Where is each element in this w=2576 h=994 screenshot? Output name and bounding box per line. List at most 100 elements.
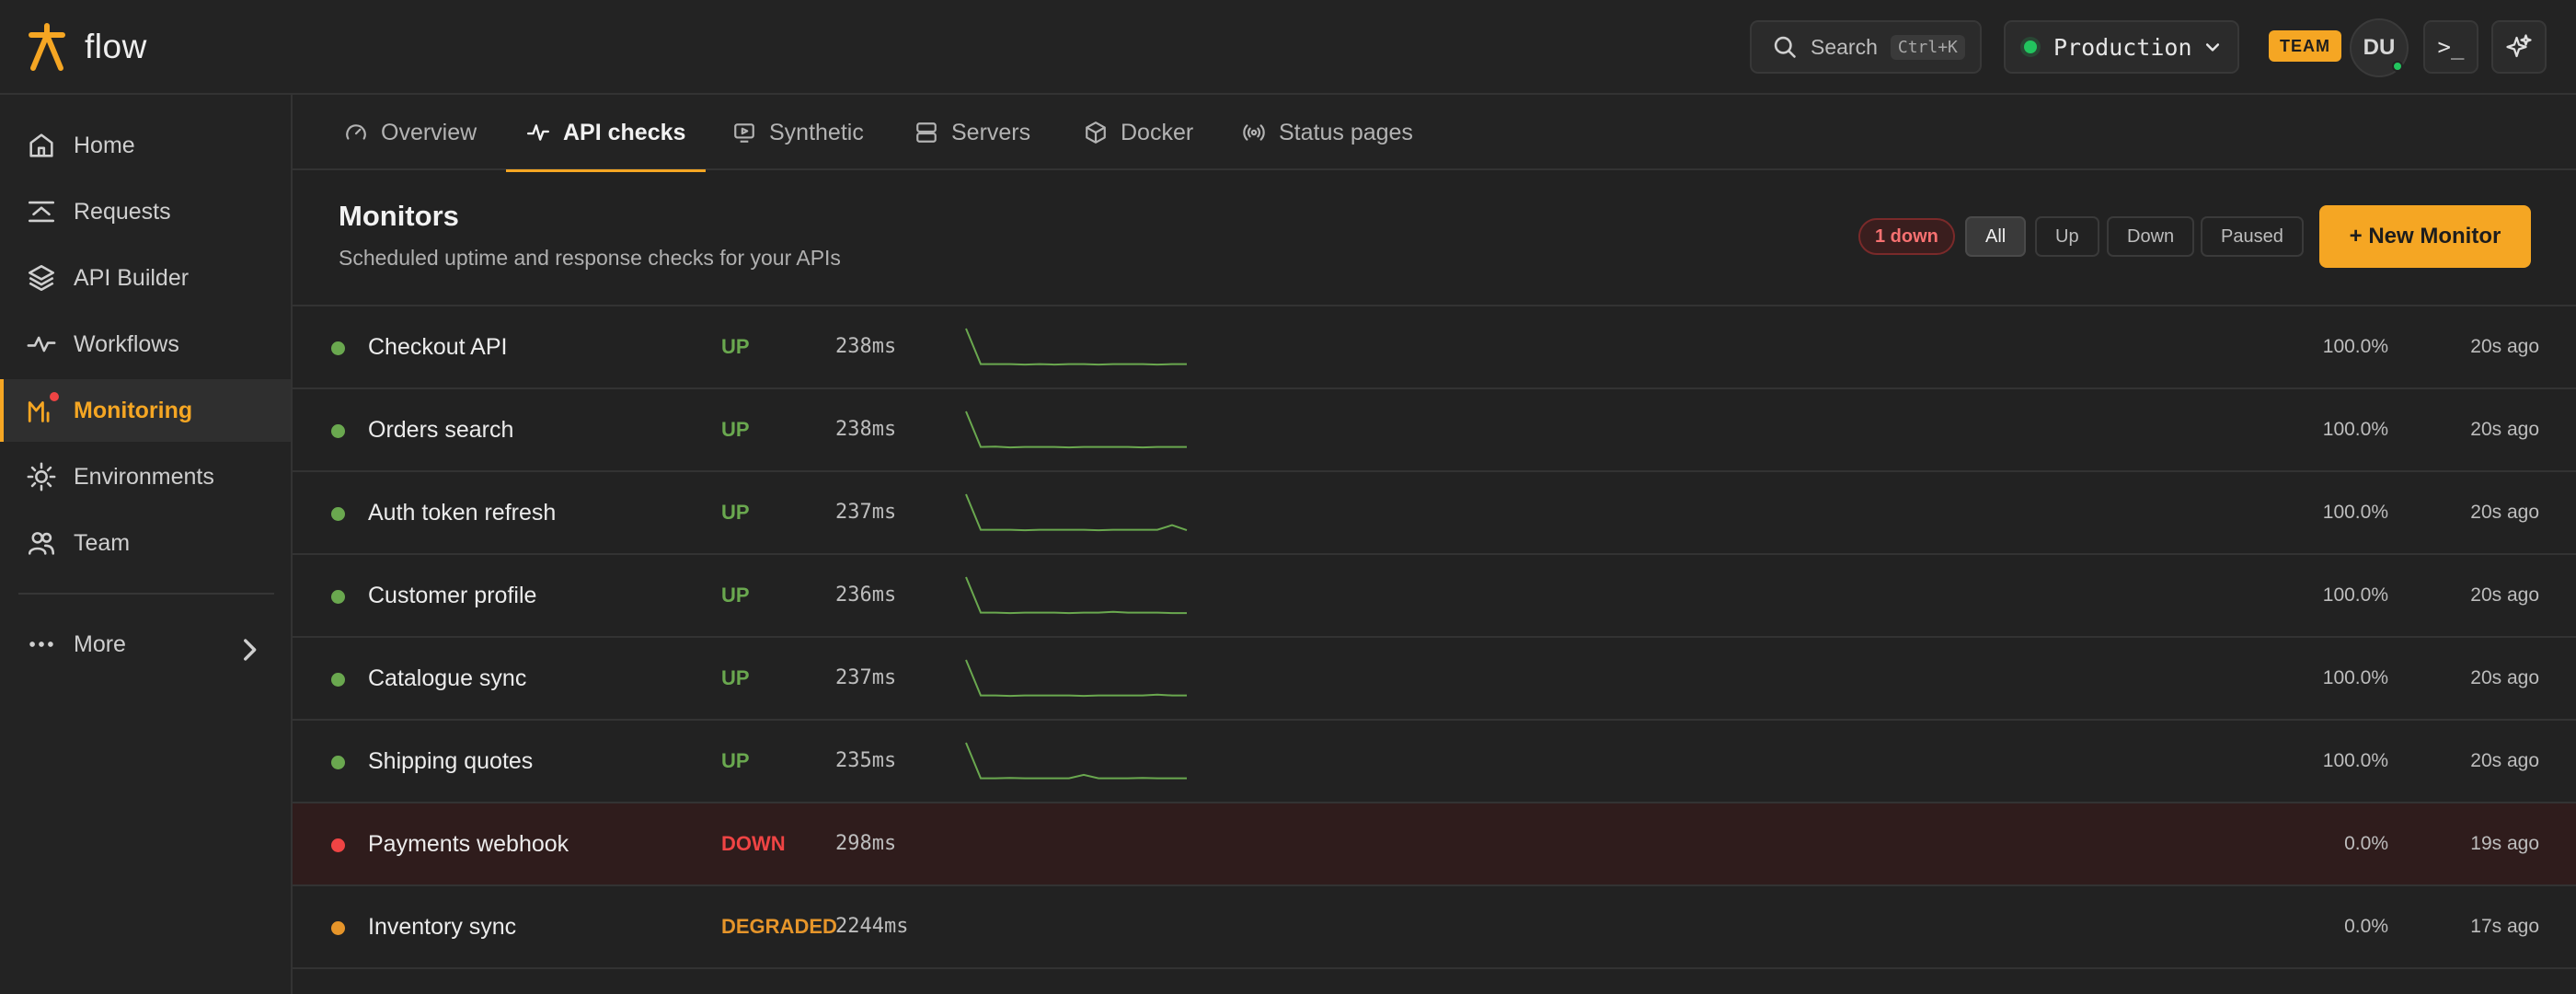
monitor-status: DOWN [721, 832, 786, 855]
sparkline-series [965, 410, 1187, 449]
sidebar-item-requests[interactable]: Requests [0, 180, 291, 243]
monitor-row[interactable]: Orders search UP 238ms 100.0% 20s ago [293, 389, 2576, 472]
monitor-row[interactable]: Shipping quotes UP 235ms 100.0% 20s ago [293, 721, 2576, 803]
filter-paused-button[interactable]: Paused [2201, 216, 2304, 257]
tab-label: Status pages [1279, 119, 1413, 145]
new-monitor-button[interactable]: + New Monitor [2319, 205, 2531, 268]
environment-status-dot [2024, 40, 2037, 53]
tab-api-checks[interactable]: API checks [506, 95, 707, 172]
latency-sparkline [965, 410, 1187, 449]
filter-up-button[interactable]: Up [2035, 216, 2099, 257]
tab-overview[interactable]: Overview [324, 95, 497, 170]
sun-icon [27, 462, 56, 491]
environment-select[interactable]: Production [2004, 20, 2239, 74]
monitor-latency: 235ms [835, 749, 897, 772]
search-shortcut: Ctrl+K [1890, 34, 1965, 60]
sidebar-item-environments[interactable]: Environments [0, 445, 291, 508]
top-bar: flow Search Ctrl+K Production TEAM DU >_ [0, 0, 2576, 95]
status-dot [331, 921, 345, 935]
monitor-name[interactable]: Catalogue sync [368, 638, 526, 719]
brand-logo[interactable]: flow [26, 22, 147, 72]
tab-status-pages[interactable]: Status pages [1222, 95, 1433, 170]
monitor-last-check: 20s ago [2470, 584, 2539, 606]
team-icon [28, 532, 55, 555]
sidebar-item-workflows[interactable]: Workflows [0, 313, 291, 376]
monitor-last-check: 20s ago [2470, 419, 2539, 440]
monitor-status: UP [721, 501, 750, 524]
monitor-name[interactable]: Checkout API [368, 306, 507, 387]
user-avatar[interactable]: DU [2350, 18, 2409, 77]
monitor-status: UP [721, 584, 750, 607]
latency-sparkline [965, 576, 1187, 615]
flow-logo-icon [29, 23, 65, 71]
home-icon [29, 133, 53, 157]
monitor-name[interactable]: Orders search [368, 389, 513, 470]
sidebar-item-api-builder[interactable]: API Builder [0, 247, 291, 309]
monitor-latency: 2244ms [835, 915, 909, 938]
avatar-initials: DU [2363, 35, 2396, 60]
sidebar-item-home[interactable]: Home [0, 114, 291, 177]
monitor-row[interactable]: Inventory sync DEGRADED 2244ms 0.0% 17s ago [293, 886, 2576, 969]
sparkline-series [965, 742, 1187, 780]
sidebar-item-monitoring[interactable]: Monitoring [0, 379, 291, 442]
monitor-row[interactable]: Checkout API UP 238ms 100.0% 20s ago [293, 306, 2576, 389]
sparkline-series [965, 493, 1188, 532]
sidebar-item-label: More [74, 630, 126, 657]
sidebar-item-team[interactable]: Team [0, 512, 291, 574]
monitor-row[interactable]: Catalogue sync UP 237ms 100.0% 20s ago [293, 638, 2576, 721]
monitor-latency: 238ms [835, 418, 897, 441]
tab-synthetic[interactable]: Synthetic [712, 95, 884, 170]
monitor-last-check: 20s ago [2470, 336, 2539, 357]
monitoring-tabs: Overview API checks Synthetic Servers Do… [293, 95, 2576, 172]
sidebar-item-label: Team [74, 529, 131, 556]
tab-servers[interactable]: Servers [894, 95, 1051, 170]
chevron-down-icon [2205, 43, 2219, 52]
page-title: Monitors [339, 200, 459, 232]
workflow-icon [27, 336, 56, 353]
monitor-play-icon [734, 123, 754, 143]
monitor-name[interactable]: Auth token refresh [368, 472, 556, 553]
environment-label: Production [2053, 33, 2192, 61]
monitor-row[interactable]: Payments webhook DOWN 298ms 0.0% 19s ago [293, 803, 2576, 886]
terminal-icon: >_ [2437, 34, 2465, 60]
monitor-last-check: 19s ago [2470, 833, 2539, 854]
search-icon [1774, 36, 1796, 58]
status-dot [331, 590, 345, 604]
monitor-name[interactable]: Payments webhook [368, 803, 569, 884]
monitor-uptime: 100.0% [2322, 667, 2388, 688]
monitor-row[interactable]: Customer profile UP 236ms 100.0% 20s ago [293, 555, 2576, 638]
terminal-button[interactable]: >_ [2423, 20, 2478, 74]
filter-down-button[interactable]: Down [2107, 216, 2195, 257]
tab-label: Overview [381, 119, 477, 145]
sidebar-item-label: Home [74, 132, 135, 158]
monitor-uptime: 100.0% [2322, 502, 2388, 523]
monitor-name[interactable]: Inventory sync [368, 886, 516, 967]
monitor-name[interactable]: Shipping quotes [368, 721, 533, 802]
search-button[interactable]: Search Ctrl+K [1750, 20, 1982, 74]
requests-icon [28, 201, 55, 223]
monitor-last-check: 20s ago [2470, 750, 2539, 771]
pulse-icon [526, 124, 550, 141]
monitor-latency: 298ms [835, 832, 897, 855]
sidebar-item-more[interactable]: More [0, 613, 291, 676]
team-badge: TEAM [2269, 30, 2341, 62]
sparkles-icon [2506, 34, 2532, 58]
tab-docker[interactable]: Docker [1064, 95, 1213, 170]
monitor-uptime: 100.0% [2322, 584, 2388, 606]
latency-sparkline [965, 659, 1187, 698]
filter-all-button[interactable]: All [1965, 216, 2027, 257]
monitor-name[interactable]: Customer profile [368, 555, 536, 636]
monitor-latency: 237ms [835, 501, 897, 524]
broadcast-icon [1243, 124, 1265, 141]
sidebar-item-label: Workflows [74, 330, 179, 357]
monitor-row[interactable]: Auth token refresh UP 237ms 100.0% 20s ago [293, 472, 2576, 555]
sidebar-item-label: API Builder [74, 264, 190, 291]
layers-icon [28, 264, 55, 292]
gauge-icon [346, 124, 366, 140]
status-dot [331, 673, 345, 687]
monitor-uptime: 0.0% [2344, 916, 2388, 937]
ai-assistant-button[interactable] [2491, 20, 2547, 74]
box-icon [1086, 121, 1106, 144]
sidebar-item-label: Environments [74, 463, 214, 490]
monitor-uptime: 100.0% [2322, 419, 2388, 440]
